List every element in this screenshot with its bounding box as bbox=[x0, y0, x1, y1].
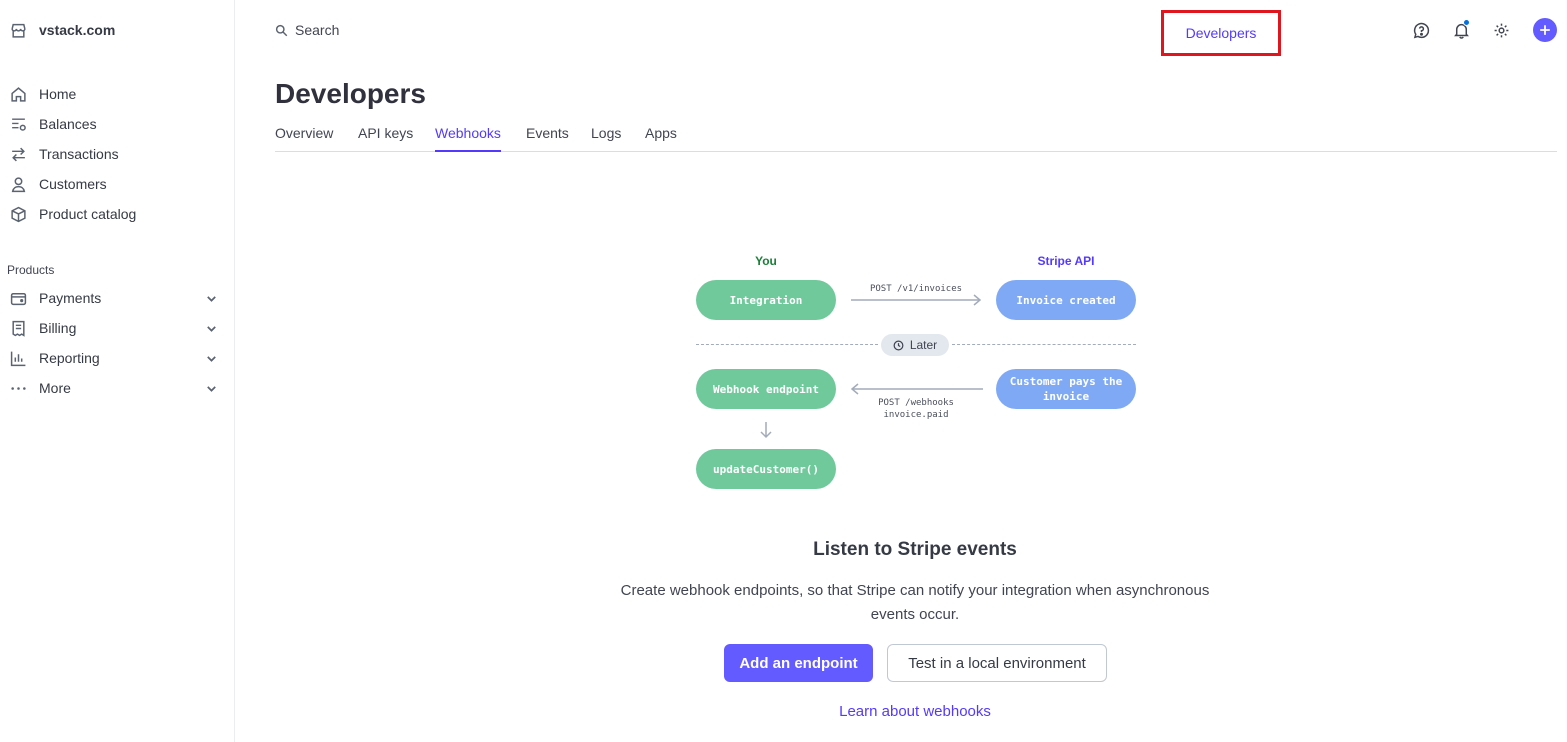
sidebar-item-product-catalog[interactable]: Product catalog bbox=[10, 202, 220, 226]
chevron-down-icon bbox=[203, 290, 220, 307]
bar-chart-icon bbox=[10, 350, 27, 367]
help-icon bbox=[1413, 22, 1430, 39]
sidebar-item-label: Customers bbox=[39, 176, 107, 192]
diagram-divider-left bbox=[696, 344, 878, 345]
diagram-caption-post-webhooks-line: POST /webhooks bbox=[878, 398, 954, 408]
create-button[interactable] bbox=[1533, 18, 1557, 42]
sidebar-item-customers[interactable]: Customers bbox=[10, 172, 220, 196]
diagram-caption-invoice-paid: invoice.paid bbox=[883, 410, 949, 420]
tab-events[interactable]: Events bbox=[526, 125, 569, 150]
diagram-arrow-down bbox=[760, 422, 772, 439]
sidebar-item-home[interactable]: Home bbox=[10, 82, 220, 106]
diagram-arrow-right bbox=[851, 294, 982, 306]
sidebar-item-label: More bbox=[39, 380, 71, 396]
diagram-node-customer-pays: Customer pays the invoice bbox=[996, 369, 1136, 409]
tab-bar: Overview API keys Webhooks Events Logs A… bbox=[275, 120, 1557, 152]
sidebar-item-reporting[interactable]: Reporting bbox=[10, 346, 220, 370]
empty-state-title: Listen to Stripe events bbox=[813, 539, 1017, 560]
sidebar-item-label: Balances bbox=[39, 116, 97, 132]
diagram-label-you: You bbox=[755, 254, 777, 268]
chevron-down-icon bbox=[203, 380, 220, 397]
balances-icon bbox=[10, 116, 27, 133]
learn-about-webhooks-link[interactable]: Learn about webhooks bbox=[715, 703, 1115, 720]
search-placeholder: Search bbox=[295, 22, 340, 38]
more-dots-icon bbox=[10, 380, 27, 397]
sidebar-item-payments[interactable]: Payments bbox=[10, 286, 220, 310]
notifications-button[interactable] bbox=[1450, 19, 1472, 41]
sidebar-item-label: Payments bbox=[39, 290, 102, 306]
account-switcher[interactable]: vstack.com bbox=[10, 19, 115, 41]
sidebar: vstack.com Home Balances Transactions Cu… bbox=[0, 0, 235, 742]
tab-logs[interactable]: Logs bbox=[591, 125, 621, 150]
sidebar-item-transactions[interactable]: Transactions bbox=[10, 142, 220, 166]
transactions-icon bbox=[10, 146, 27, 163]
add-endpoint-button[interactable]: Add an endpoint bbox=[724, 644, 873, 682]
empty-state-description: Create webhook endpoints, so that Stripe… bbox=[620, 582, 1210, 623]
wallet-icon bbox=[10, 290, 27, 307]
diagram-later-badge: Later bbox=[881, 334, 949, 356]
tab-overview[interactable]: Overview bbox=[275, 125, 333, 150]
home-icon bbox=[10, 86, 27, 103]
search-icon bbox=[275, 24, 288, 37]
gear-icon bbox=[1493, 22, 1510, 39]
chevron-down-icon bbox=[203, 350, 220, 367]
tab-apps[interactable]: Apps bbox=[645, 125, 677, 150]
sidebar-item-balances[interactable]: Balances bbox=[10, 112, 220, 136]
sidebar-item-label: Home bbox=[39, 86, 77, 102]
store-icon bbox=[10, 22, 27, 39]
sidebar-item-label: Reporting bbox=[39, 350, 100, 366]
plus-icon bbox=[1538, 23, 1552, 37]
sidebar-item-label: Billing bbox=[39, 320, 77, 336]
tab-api-keys[interactable]: API keys bbox=[358, 125, 413, 150]
sidebar-item-label: Product catalog bbox=[39, 206, 137, 222]
developers-link-label: Developers bbox=[1185, 25, 1257, 41]
diagram-later-label: Later bbox=[909, 338, 938, 352]
sidebar-item-label: Transactions bbox=[39, 146, 119, 162]
tab-webhooks[interactable]: Webhooks bbox=[435, 125, 501, 152]
sidebar-item-more[interactable]: More bbox=[10, 376, 220, 400]
sidebar-section-products: Products bbox=[7, 263, 55, 277]
diagram-node-invoice-created: Invoice created bbox=[996, 280, 1136, 320]
developers-link[interactable]: Developers bbox=[1161, 10, 1281, 56]
diagram-node-webhook-endpoint: Webhook endpoint bbox=[696, 369, 836, 409]
chevron-down-icon bbox=[203, 320, 220, 337]
sidebar-item-billing[interactable]: Billing bbox=[10, 316, 220, 340]
help-button[interactable] bbox=[1410, 19, 1432, 41]
invoice-icon bbox=[10, 320, 27, 337]
diagram-node-integration: Integration bbox=[696, 280, 836, 320]
account-name: vstack.com bbox=[39, 22, 116, 38]
diagram-node-update-customer: updateCustomer() bbox=[696, 449, 836, 489]
box-icon bbox=[10, 206, 27, 223]
diagram-arrow-left bbox=[850, 383, 983, 395]
search-input[interactable]: Search bbox=[275, 19, 339, 41]
test-local-environment-button[interactable]: Test in a local environment bbox=[887, 644, 1107, 682]
settings-button[interactable] bbox=[1490, 19, 1512, 41]
person-icon bbox=[10, 176, 27, 193]
diagram-caption-post-webhooks: POST /webhooks invoice.paid bbox=[846, 397, 986, 421]
diagram-label-stripe-api: Stripe API bbox=[1037, 254, 1095, 268]
clock-icon bbox=[893, 340, 904, 351]
diagram-divider-right bbox=[952, 344, 1136, 345]
page-title: Developers bbox=[275, 78, 426, 109]
notification-badge bbox=[1463, 19, 1470, 26]
